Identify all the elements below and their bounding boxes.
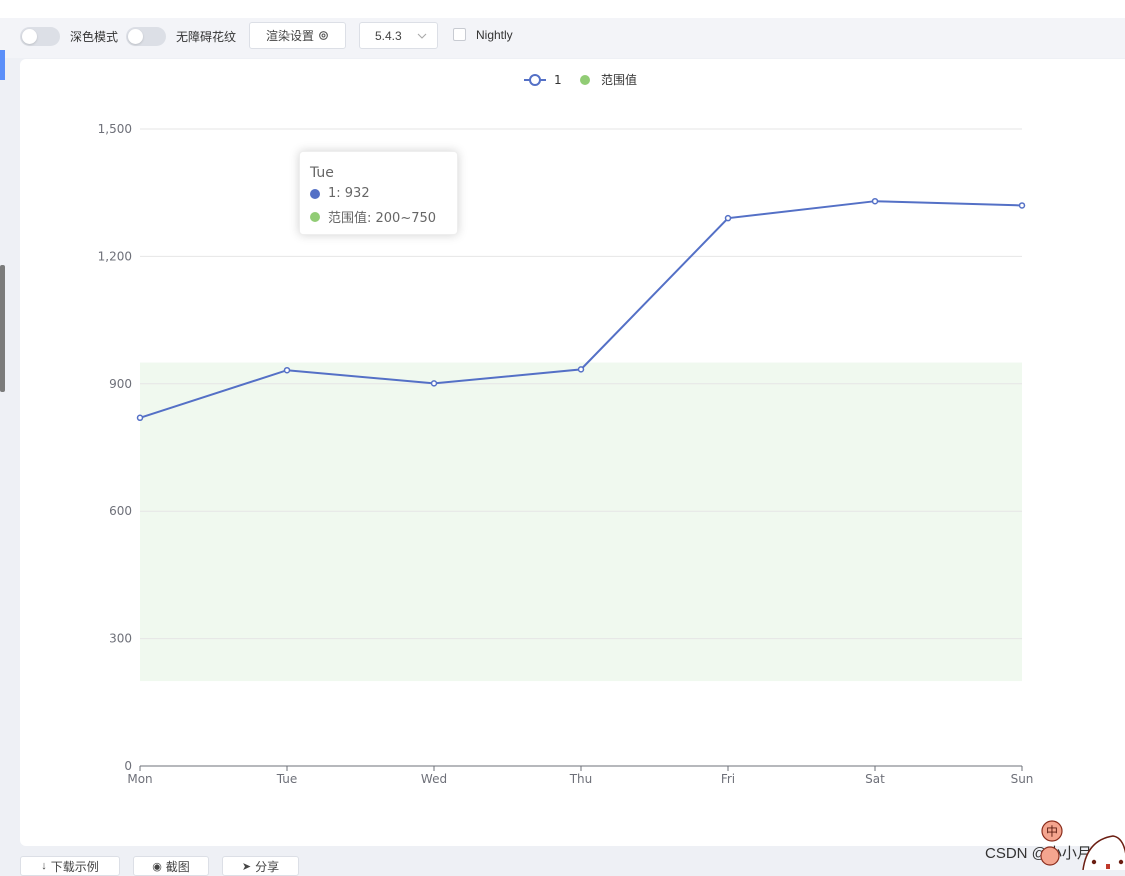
y-tick-label: 0	[124, 759, 132, 773]
data-point	[1018, 202, 1026, 209]
series-marker-icon	[310, 188, 320, 199]
data-point	[871, 197, 879, 205]
tooltip-range-row: 范围值: 200~750	[310, 207, 436, 226]
legend-line-marker-icon	[529, 74, 541, 86]
y-tick-label: 900	[109, 377, 132, 391]
download-example-button[interactable]: ↓ 下载示例	[20, 856, 120, 876]
mascot-sticker-icon: 中	[1040, 820, 1125, 870]
y-tick-label: 300	[109, 632, 132, 646]
x-tick-label: Thu	[569, 772, 593, 786]
y-tick-label: 1,500	[98, 122, 132, 136]
camera-icon: ◉	[152, 860, 162, 873]
download-label: 下载示例	[50, 859, 99, 874]
x-tick-label: Mon	[127, 772, 152, 786]
data-point	[577, 366, 585, 373]
y-tick-label: 1,200	[98, 249, 132, 263]
x-tick-label: Tue	[276, 772, 298, 786]
data-point	[283, 366, 291, 374]
data-point	[430, 380, 438, 387]
legend-range-marker-icon	[580, 75, 590, 85]
legend-series-label: 1	[554, 73, 562, 87]
y-tick-label: 600	[109, 504, 132, 518]
range-band	[140, 362, 1022, 682]
share-label: 分享	[255, 859, 280, 874]
line-chart: 0 300 600 900 1,200 1,500 Mon Tue Wed Thu Fri Sat Su…	[98, 72, 1034, 786]
tooltip-title: Tue	[310, 165, 334, 181]
x-tick-label: Wed	[421, 772, 447, 786]
share-button[interactable]: ➤ 分享	[222, 856, 299, 876]
screenshot-label: 截图	[165, 859, 190, 874]
x-tick-label: Fri	[721, 772, 735, 786]
legend-range-label: 范围值	[601, 72, 637, 87]
range-marker-icon	[310, 211, 320, 222]
tooltip-range-text: 范围值: 200~750	[328, 211, 437, 226]
share-icon: ➤	[241, 860, 252, 873]
download-icon: ↓	[41, 860, 47, 872]
x-tick-label: Sat	[865, 772, 885, 786]
tooltip-series-text: 1: 932	[328, 186, 370, 201]
mascot-badge-text: 中	[1046, 824, 1058, 839]
data-point	[136, 414, 144, 422]
x-tick-label: Sun	[1011, 772, 1034, 786]
chart-tooltip: Tue 1: 932 范围值: 200~750	[299, 151, 458, 235]
tooltip-series-row: 1: 932	[310, 186, 370, 201]
screenshot-button[interactable]: ◉ 截图	[133, 856, 209, 876]
data-point	[724, 214, 732, 222]
